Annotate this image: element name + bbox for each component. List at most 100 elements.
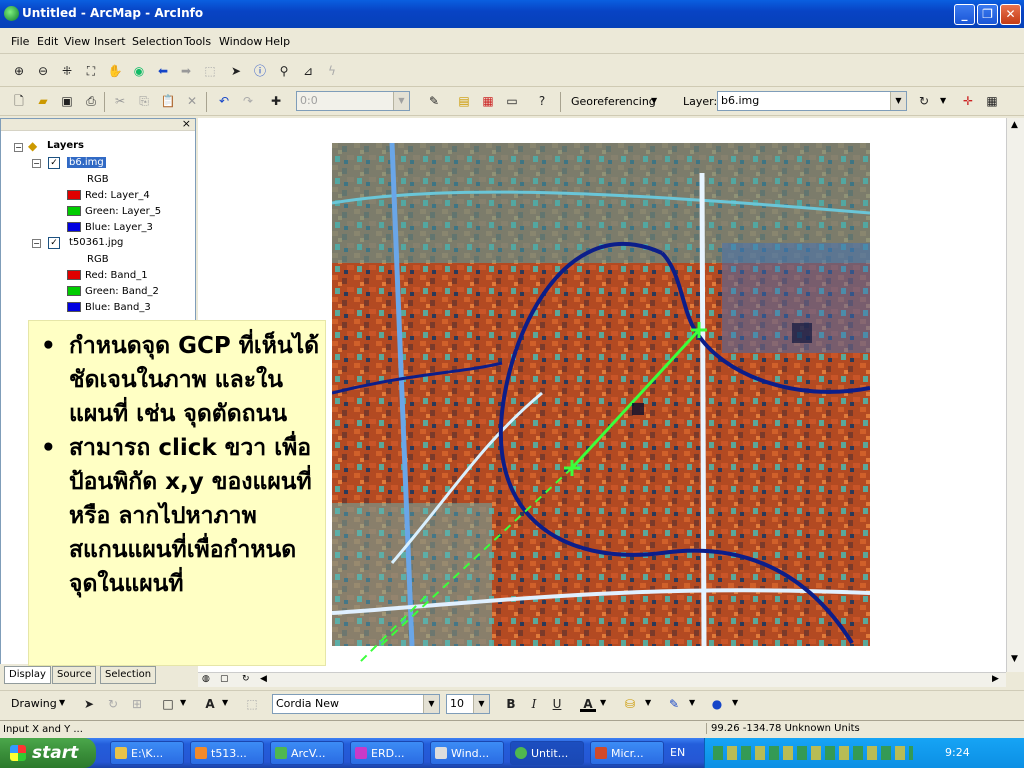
chevron-down-icon[interactable]: ▼ — [222, 698, 228, 707]
find-binoculars-icon[interactable]: ⚲ — [276, 63, 292, 79]
refresh-icon[interactable]: ↻ — [242, 674, 250, 684]
full-extent-globe-icon[interactable]: ◉ — [131, 63, 147, 79]
forward-arrow-icon[interactable]: ➡ — [178, 63, 194, 79]
rotate-icon[interactable]: ↻ — [916, 93, 932, 109]
menu-insert[interactable]: Insert — [94, 35, 126, 48]
data-view-icon[interactable]: ▢ — [220, 674, 229, 684]
layout-view-icon[interactable]: ◍ — [202, 674, 210, 684]
hyperlink-bolt-icon[interactable]: ϟ — [324, 63, 340, 79]
zoom-out-icon[interactable]: ⊖ — [35, 63, 51, 79]
chevron-down-icon[interactable]: ▼ — [600, 698, 606, 707]
chevron-down-icon[interactable]: ▼ — [940, 96, 946, 105]
georeferencing-menu[interactable]: Georeferencing — [571, 95, 656, 108]
taskbar-item[interactable]: Wind... — [430, 741, 504, 765]
rectangle-icon[interactable]: □ — [160, 696, 176, 712]
menu-view[interactable]: View — [64, 35, 90, 48]
cut-icon[interactable]: ✂ — [112, 93, 128, 109]
restore-button[interactable]: ❐ — [977, 4, 998, 25]
edit-vertices-icon[interactable]: ⬚ — [244, 696, 260, 712]
back-arrow-icon[interactable]: ⬅ — [155, 63, 171, 79]
pan-hand-icon[interactable]: ✋ — [107, 63, 123, 79]
horizontal-scrollbar[interactable]: ◍ ▢ ↻ ◀ ▶ — [198, 672, 1006, 687]
chevron-down-icon[interactable]: ▼ — [645, 698, 651, 707]
font-color-button[interactable]: A — [580, 696, 596, 712]
chevron-down-icon[interactable]: ▼ — [59, 698, 65, 707]
redo-icon[interactable]: ↷ — [240, 93, 256, 109]
copy-icon[interactable]: ⎘ — [136, 93, 152, 109]
vertical-scrollbar[interactable]: ▲ ▼ — [1006, 118, 1024, 672]
underline-button[interactable]: U — [549, 696, 565, 712]
line-color-icon[interactable]: ✎ — [666, 696, 682, 712]
scroll-right-arrow-icon[interactable]: ▶ — [992, 674, 999, 684]
italic-button[interactable]: I — [526, 696, 542, 712]
chevron-down-icon[interactable]: ▼ — [651, 96, 657, 105]
save-disk-icon[interactable]: ▣ — [59, 93, 75, 109]
undo-icon[interactable]: ↶ — [216, 93, 232, 109]
delete-icon[interactable]: ✕ — [184, 93, 200, 109]
command-line-icon[interactable]: ▭ — [504, 93, 520, 109]
taskbar-item-active[interactable]: Untit... — [510, 741, 584, 765]
font-size-select[interactable]: 10 ▼ — [446, 694, 490, 714]
toc-root-label[interactable]: Layers — [47, 140, 84, 151]
arctoolbox-icon[interactable]: ▦ — [480, 93, 496, 109]
layer-name[interactable]: t50361.jpg — [69, 237, 123, 248]
add-control-points-icon[interactable]: ✛ — [960, 93, 976, 109]
chevron-down-icon[interactable]: ▼ — [890, 92, 906, 110]
drawing-menu[interactable]: Drawing — [11, 697, 57, 710]
identify-icon[interactable]: ⓘ — [252, 63, 268, 79]
paste-icon[interactable]: 📋 — [160, 93, 176, 109]
link-table-icon[interactable]: ▦ — [984, 93, 1000, 109]
select-elements-arrow-icon[interactable]: ➤ — [228, 63, 244, 79]
taskbar-item[interactable]: ArcV... — [270, 741, 344, 765]
fixed-zoom-out-icon[interactable]: ⛶ — [83, 63, 99, 79]
tray-icons[interactable] — [713, 746, 913, 760]
add-data-icon[interactable]: ✚ — [268, 93, 284, 109]
taskbar-item[interactable]: Micr... — [590, 741, 664, 765]
catalog-icon[interactable]: ▤ — [456, 93, 472, 109]
menu-edit[interactable]: Edit — [37, 35, 58, 48]
taskbar-item[interactable]: ERD... — [350, 741, 424, 765]
measure-icon[interactable]: ⊿ — [300, 63, 316, 79]
chevron-down-icon[interactable]: ▼ — [393, 92, 409, 110]
scroll-up-arrow-icon[interactable]: ▲ — [1011, 120, 1018, 130]
collapse-icon[interactable]: − — [32, 159, 41, 168]
language-indicator[interactable]: EN — [670, 746, 685, 759]
close-button[interactable]: ✕ — [1000, 4, 1021, 25]
chevron-down-icon[interactable]: ▼ — [732, 698, 738, 707]
print-icon[interactable]: ⎙ — [83, 93, 99, 109]
rotate-icon[interactable]: ↻ — [105, 696, 121, 712]
menu-window[interactable]: Window — [219, 35, 262, 48]
zoom-whole-page-icon[interactable]: ⊞ — [129, 696, 145, 712]
taskbar-item[interactable]: t513... — [190, 741, 264, 765]
taskbar-item[interactable]: E:\K... — [110, 741, 184, 765]
select-features-icon[interactable]: ⬚ — [202, 63, 218, 79]
layer-visibility-checkbox[interactable]: ✓ — [48, 237, 60, 249]
close-icon[interactable]: × — [182, 117, 191, 130]
font-family-select[interactable]: Cordia New ▼ — [272, 694, 440, 714]
layer-select[interactable]: b6.img ▼ — [717, 91, 907, 111]
menu-selection[interactable]: Selection — [132, 35, 183, 48]
layer-name[interactable]: b6.img — [67, 157, 106, 168]
tab-selection[interactable]: Selection — [100, 666, 157, 684]
start-button[interactable]: start — [0, 738, 96, 768]
menu-help[interactable]: Help — [265, 35, 290, 48]
scroll-left-arrow-icon[interactable]: ◀ — [260, 674, 267, 684]
bold-button[interactable]: B — [503, 696, 519, 712]
menu-tools[interactable]: Tools — [184, 35, 211, 48]
scroll-down-arrow-icon[interactable]: ▼ — [1011, 654, 1018, 664]
layer-visibility-checkbox[interactable]: ✓ — [48, 157, 60, 169]
whats-this-help-icon[interactable]: ? — [534, 93, 550, 109]
editor-toolbar-icon[interactable]: ✎ — [426, 93, 442, 109]
tab-source[interactable]: Source — [52, 666, 97, 684]
minimize-button[interactable]: _ — [954, 4, 975, 25]
new-document-icon[interactable]: 🗋 — [11, 93, 27, 109]
chevron-down-icon[interactable]: ▼ — [689, 698, 695, 707]
chevron-down-icon[interactable]: ▼ — [473, 695, 489, 713]
fixed-zoom-in-icon[interactable]: ⁜ — [59, 63, 75, 79]
fill-color-icon[interactable]: ⛁ — [622, 696, 638, 712]
zoom-in-icon[interactable]: ⊕ — [11, 63, 27, 79]
collapse-icon[interactable]: − — [14, 143, 23, 152]
map-scale-combo[interactable]: 0:0 ▼ — [296, 91, 410, 111]
select-elements-arrow-icon[interactable]: ➤ — [81, 696, 97, 712]
menu-file[interactable]: File — [11, 35, 29, 48]
